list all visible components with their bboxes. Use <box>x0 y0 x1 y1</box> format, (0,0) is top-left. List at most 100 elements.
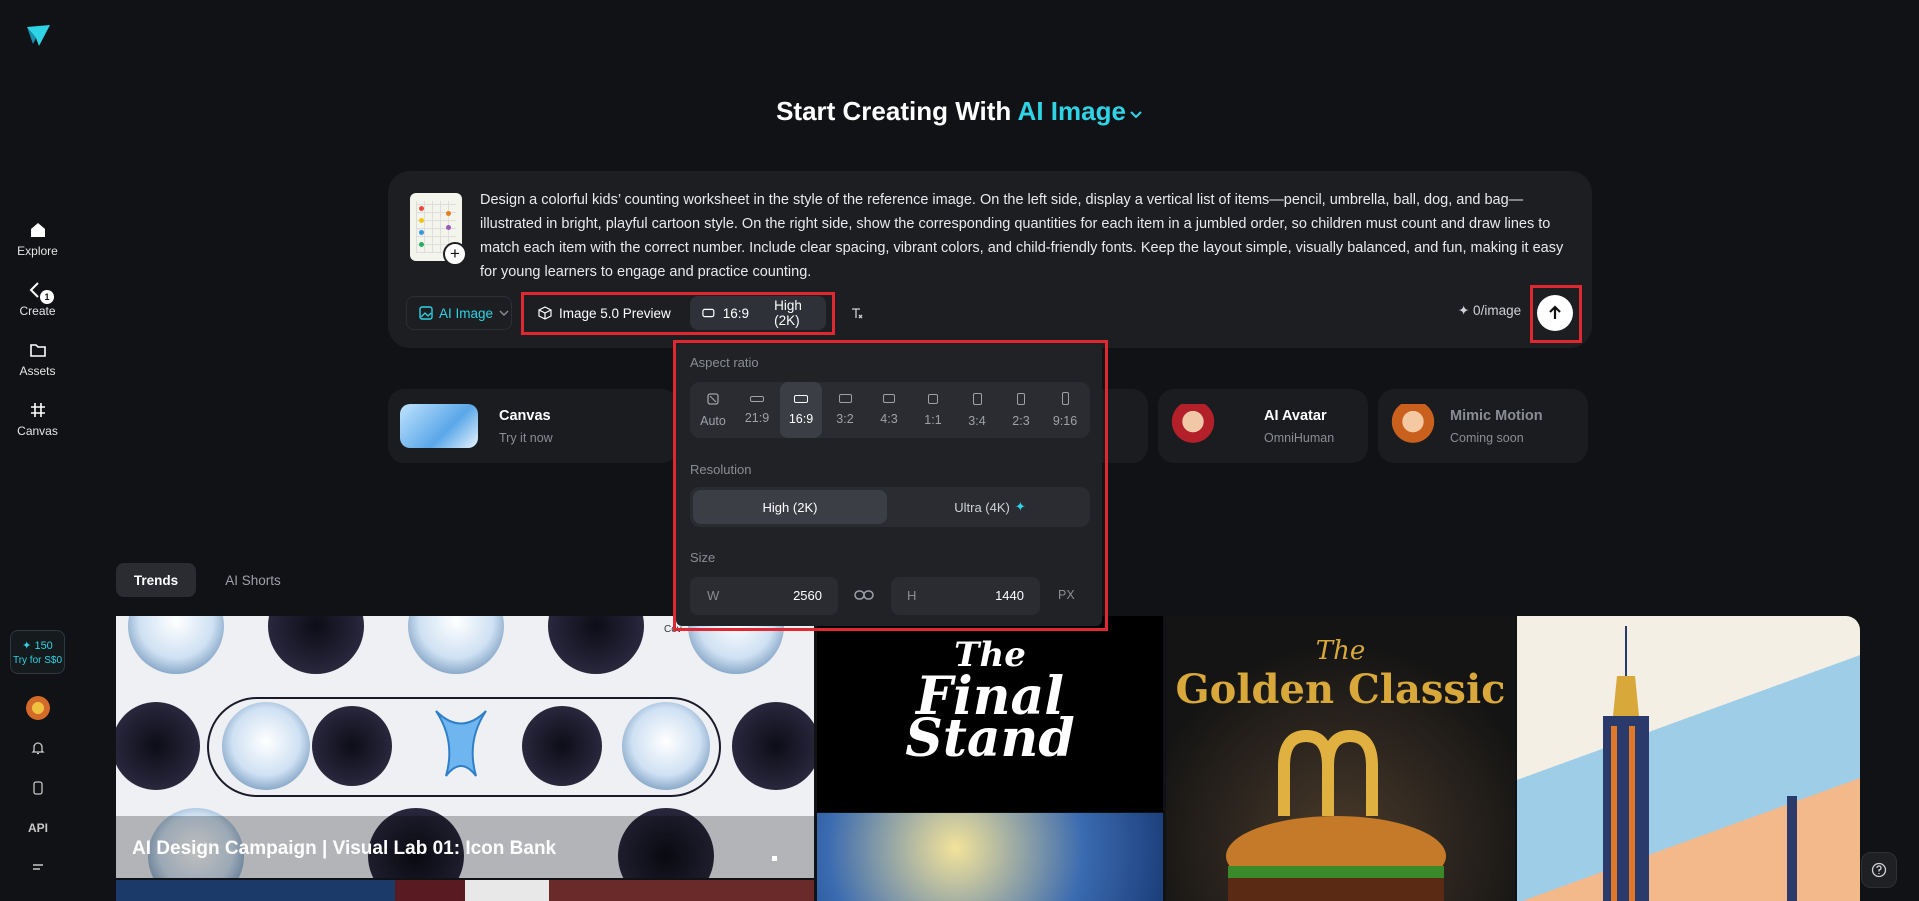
pegasus-image <box>400 404 478 448</box>
feature-card-ai-avatar[interactable]: AI Avatar OmniHuman <box>1158 389 1368 463</box>
empire-state-artwork <box>1603 626 1797 901</box>
width-field[interactable]: W 2560 <box>690 577 838 615</box>
model-label: Image 5.0 Preview <box>559 305 671 321</box>
feature-card-hidden[interactable] <box>1102 389 1148 463</box>
ratio-label: 3:2 <box>836 412 854 426</box>
arrow-up-icon <box>1549 305 1561 319</box>
burger-artwork <box>1226 729 1446 901</box>
carousel-dot[interactable] <box>772 856 777 861</box>
ratio-icon <box>702 308 715 318</box>
ratio-option-21-9[interactable]: 21:9 <box>736 382 778 438</box>
help-button[interactable] <box>1861 852 1897 888</box>
chevron-down-icon <box>499 310 509 316</box>
aspect-ratio-heading: Aspect ratio <box>690 355 759 370</box>
ratio-label: 21:9 <box>744 410 770 425</box>
mobile-icon[interactable] <box>26 776 50 800</box>
sparkle-icon: ✦ <box>1014 499 1026 514</box>
chevron-down-icon <box>1130 111 1142 119</box>
butterflies-tile[interactable] <box>817 813 1163 901</box>
feature-title: Mimic Motion <box>1450 408 1543 424</box>
ratio-option-2-3[interactable]: 2:3 <box>1000 382 1042 438</box>
generate-button[interactable] <box>1537 295 1573 331</box>
create-badge: 1 <box>40 290 54 304</box>
mode-dropdown[interactable]: AI Image <box>1018 96 1143 126</box>
credits-offer: Try for S$0 <box>12 654 63 666</box>
sidebar-item-label: Explore <box>17 244 58 258</box>
title-accent: AI Image <box>1017 96 1126 126</box>
height-field[interactable]: H 1440 <box>891 577 1040 615</box>
resolution-option-high[interactable]: High (2K) <box>693 490 887 524</box>
image-icon <box>419 306 433 320</box>
resolution-option-ultra[interactable]: Ultra (4K) ✦ <box>893 490 1087 524</box>
size-heading: Size <box>690 550 716 565</box>
tab-trends[interactable]: Trends <box>116 563 196 597</box>
folder-icon <box>29 344 46 357</box>
text-style-icon[interactable] <box>845 296 869 330</box>
golden-classic-tile[interactable]: The Golden Classic <box>1166 616 1515 901</box>
featured-tile[interactable]: AI Design Campaign | Visual Lab 01: Icon… <box>116 616 814 878</box>
ratio-label: 1:1 <box>924 412 942 427</box>
resolution-label: Ultra (4K) <box>954 499 1010 515</box>
mimic-image <box>1390 404 1436 448</box>
ratio-shape-icon <box>883 394 895 403</box>
ratio-option-3-4[interactable]: 3:4 <box>956 382 998 438</box>
ratio-resolution-button[interactable]: 16:9 High (2K) <box>690 296 826 330</box>
avatar-image <box>1170 404 1216 448</box>
auto-ratio-icon <box>707 392 719 405</box>
ratio-shape-icon <box>750 395 764 402</box>
ratio-label: 2:3 <box>1012 413 1030 428</box>
mode-select[interactable]: AI Image <box>406 296 512 330</box>
help-icon <box>1871 862 1887 878</box>
feature-card-mimic-motion[interactable]: Mimic Motion Coming soon <box>1378 389 1588 463</box>
sidebar-item-label: Canvas <box>17 424 58 438</box>
tile-title-line: Stand <box>905 708 1075 769</box>
tab-ai-shorts[interactable]: AI Shorts <box>210 563 296 597</box>
ratio-label: Auto <box>700 413 726 428</box>
ratio-option-9-16[interactable]: 9:16 <box>1044 382 1086 438</box>
width-label: W <box>707 588 720 603</box>
size-unit: PX <box>1058 588 1075 602</box>
feature-title: Canvas <box>499 408 551 424</box>
model-select[interactable]: Image 5.0 Preview <box>538 296 678 330</box>
ratio-label: 9:16 <box>1052 414 1078 428</box>
home-icon <box>30 223 45 237</box>
ratio-option-16-9[interactable]: 16:9 <box>780 382 822 438</box>
featured-title: AI Design Campaign | Visual Lab 01: Icon… <box>132 838 557 859</box>
final-stand-tile[interactable]: The Final Stand <box>817 616 1163 812</box>
ratio-option-auto[interactable]: Auto <box>692 382 734 438</box>
credits-button[interactable]: ✦ 150 Try for S$0 <box>10 630 65 674</box>
resolution-heading: Resolution <box>690 462 752 477</box>
empire-state-tile[interactable] <box>1517 616 1860 901</box>
ratio-shape-icon <box>928 393 938 404</box>
bell-icon[interactable] <box>26 736 50 760</box>
feature-subtitle: Coming soon <box>1450 431 1524 445</box>
ratio-label: 4:3 <box>880 412 898 426</box>
menu-icon[interactable] <box>26 856 50 880</box>
avatar[interactable] <box>26 696 50 720</box>
resolution-options: High (2K) Ultra (4K) ✦ <box>690 487 1090 527</box>
gallery-tile-row2[interactable] <box>116 880 814 901</box>
ratio-option-3-2[interactable]: 3:2 <box>824 382 866 438</box>
add-reference-button[interactable]: + <box>443 242 467 266</box>
feature-card-canvas[interactable]: Canvas Try it now <box>388 389 678 463</box>
feature-subtitle: Try it now <box>499 431 553 445</box>
ratio-shape-icon <box>838 394 852 403</box>
prompt-input[interactable]: Design a colorful kids’ counting workshe… <box>480 188 1570 284</box>
credits-amount: ✦ 150 <box>22 639 53 652</box>
ratio-shape-icon <box>1017 392 1025 405</box>
sidebar-item-explore[interactable]: Explore <box>0 220 75 258</box>
feature-title: AI Avatar <box>1264 408 1327 424</box>
ratio-option-4-3[interactable]: 4:3 <box>868 382 910 438</box>
link-icon[interactable] <box>854 587 874 608</box>
sidebar-item-canvas[interactable]: Canvas <box>0 400 75 438</box>
ratio-shape-icon <box>1061 392 1069 405</box>
sidebar-item-assets[interactable]: Assets <box>0 340 75 378</box>
ratio-label: 3:4 <box>968 413 986 428</box>
cost-per-image: ✦ 0/image <box>1458 303 1522 318</box>
ratio-option-1-1[interactable]: 1:1 <box>912 382 954 438</box>
app-logo[interactable] <box>24 22 52 50</box>
sidebar-item-create[interactable]: 1 Create <box>0 280 75 318</box>
mode-label: AI Image <box>439 305 494 321</box>
height-label: H <box>907 588 917 603</box>
api-link[interactable]: API <box>26 816 50 840</box>
